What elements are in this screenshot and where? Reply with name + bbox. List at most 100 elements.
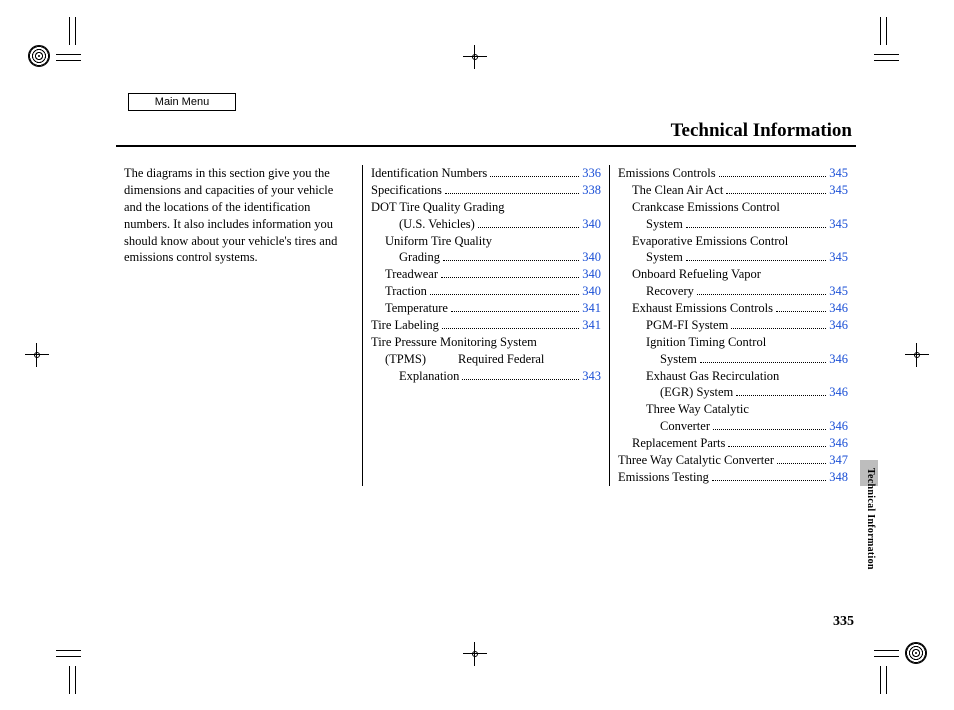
toc-entry: Uniform Tire Quality (371, 233, 601, 250)
toc-entry-label: Tire Labeling (371, 317, 439, 334)
toc-page-link[interactable]: 340 (582, 249, 601, 266)
toc-leader-dots (445, 193, 579, 194)
toc-entry-label: (U.S. Vehicles) (399, 216, 475, 233)
toc-leader-dots (726, 193, 826, 194)
toc-page-link[interactable]: 346 (829, 418, 848, 435)
toc-column-1: Identification Numbers 336 Specifications 3… (362, 165, 609, 486)
toc-page-link[interactable]: 346 (829, 384, 848, 401)
toc-leader-dots (462, 379, 579, 380)
toc-page-link[interactable]: 346 (829, 351, 848, 368)
toc-leader-dots (777, 463, 826, 464)
toc-entry-label: Grading (399, 249, 440, 266)
toc-entry-label: Treadwear (385, 266, 438, 283)
toc-leader-dots (700, 362, 826, 363)
toc-entry-label: Uniform Tire Quality (385, 233, 492, 250)
page-title: Technical Information (116, 120, 856, 142)
toc-entry: Identification Numbers 336 (371, 165, 601, 182)
toc-entry: Treadwear 340 (371, 266, 601, 283)
toc-leader-dots (719, 176, 827, 177)
toc-entry-label: (EGR) System (660, 384, 733, 401)
toc-entry-cont: Required Federal (444, 351, 544, 368)
toc-page-link[interactable]: 340 (582, 266, 601, 283)
toc-entry-label: Temperature (385, 300, 448, 317)
registration-mark-icon (28, 45, 50, 67)
toc-entry-label: Emissions Testing (618, 469, 709, 486)
toc-leader-dots (430, 294, 579, 295)
toc-entry-label: System (646, 249, 683, 266)
toc-entry-label: The Clean Air Act (632, 182, 723, 199)
toc-entry: Crankcase Emissions Control (618, 199, 848, 216)
toc-leader-dots (713, 429, 826, 430)
toc-entry-label: Onboard Refueling Vapor (632, 266, 761, 283)
registration-cross-icon (463, 45, 487, 69)
toc-page-link[interactable]: 346 (829, 300, 848, 317)
toc-page-link[interactable]: 345 (829, 283, 848, 300)
page-body: Technical Information The diagrams in th… (116, 120, 856, 630)
toc-entry-label: Explanation (399, 368, 459, 385)
toc-column-2: Emissions Controls 345 The Clean Air Act 34… (609, 165, 856, 486)
toc-entry: System345 (618, 216, 848, 233)
toc-entry-label: PGM-FI System (646, 317, 728, 334)
toc-leader-dots (686, 260, 826, 261)
section-tab-label: Technical Information (865, 468, 876, 570)
toc-page-link[interactable]: 343 (582, 368, 601, 385)
toc-entry-label: Three Way Catalytic Converter (618, 452, 774, 469)
toc-leader-dots (728, 446, 826, 447)
toc-entry: Evaporative Emissions Control (618, 233, 848, 250)
toc-page-link[interactable]: 345 (829, 216, 848, 233)
toc-page-link[interactable]: 345 (829, 165, 848, 182)
toc-entry: (EGR) System 346 (618, 384, 848, 401)
toc-entry: System 345 (618, 249, 848, 266)
toc-entry: DOT Tire Quality Grading (371, 199, 601, 216)
toc-entry-label: Exhaust Emissions Controls (632, 300, 773, 317)
toc-entry-label: DOT Tire Quality Grading (371, 199, 504, 216)
main-menu-button[interactable]: Main Menu (128, 93, 236, 111)
toc-page-link[interactable]: 341 (582, 317, 601, 334)
intro-text: The diagrams in this section give you th… (124, 165, 354, 266)
registration-cross-icon (905, 343, 929, 367)
toc-entry: (TPMS) Required Federal (371, 351, 601, 368)
toc-page-link[interactable]: 346 (829, 435, 848, 452)
toc-entry-label: Replacement Parts (632, 435, 725, 452)
intro-column: The diagrams in this section give you th… (116, 165, 362, 486)
toc-entry: Converter 346 (618, 418, 848, 435)
toc-entry-label: Exhaust Gas Recirculation (646, 368, 779, 385)
toc-entry-label: Ignition Timing Control (646, 334, 766, 351)
toc-entry-label: Identification Numbers (371, 165, 487, 182)
toc-leader-dots (712, 480, 826, 481)
toc-page-link[interactable]: 345 (829, 249, 848, 266)
toc-page-link[interactable]: 336 (582, 165, 601, 182)
toc-page-link[interactable]: 346 (829, 317, 848, 334)
toc-page-link[interactable]: 348 (829, 469, 848, 486)
toc-page-link[interactable]: 347 (829, 452, 848, 469)
toc-entry: Traction340 (371, 283, 601, 300)
registration-cross-icon (25, 343, 49, 367)
toc-leader-dots (443, 260, 579, 261)
toc-entry: Explanation 343 (371, 368, 601, 385)
toc-page-link[interactable]: 345 (829, 182, 848, 199)
toc-entry-label: Converter (660, 418, 710, 435)
toc-entry: Replacement Parts 346 (618, 435, 848, 452)
toc-entry: Temperature 341 (371, 300, 601, 317)
toc-page-link[interactable]: 340 (582, 216, 601, 233)
toc-entry-label: System (660, 351, 697, 368)
toc-entry: The Clean Air Act 345 (618, 182, 848, 199)
toc-leader-dots (776, 311, 826, 312)
toc-entry-label: Specifications (371, 182, 442, 199)
toc-entry: Emissions Testing 348 (618, 469, 848, 486)
toc-entry: Tire Labeling 341 (371, 317, 601, 334)
toc-entry: Grading 340 (371, 249, 601, 266)
toc-page-link[interactable]: 341 (582, 300, 601, 317)
registration-cross-icon (463, 642, 487, 666)
toc-entry-label: Crankcase Emissions Control (632, 199, 780, 216)
toc-page-link[interactable]: 340 (582, 283, 601, 300)
toc-entry: Ignition Timing Control (618, 334, 848, 351)
toc-entry: Exhaust Gas Recirculation (618, 368, 848, 385)
toc-entry: Recovery 345 (618, 283, 848, 300)
toc-leader-dots (451, 311, 579, 312)
toc-page-link[interactable]: 338 (582, 182, 601, 199)
toc-leader-dots (478, 227, 579, 228)
toc-entry-label: Recovery (646, 283, 694, 300)
toc-entry-label: Emissions Controls (618, 165, 716, 182)
toc-entry-label: (TPMS) (385, 351, 426, 368)
